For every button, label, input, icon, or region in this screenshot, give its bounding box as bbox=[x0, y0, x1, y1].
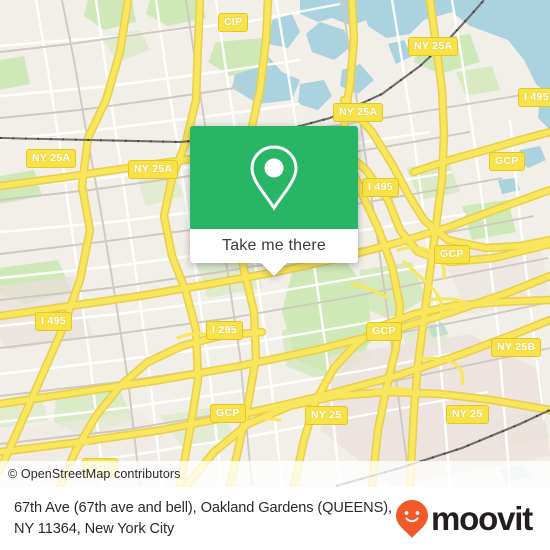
osm-attribution-text[interactable]: © OpenStreetMap contributors bbox=[0, 467, 181, 481]
location-callout[interactable]: Take me there bbox=[190, 126, 358, 276]
road-shield: I 295 bbox=[206, 321, 243, 340]
road-shield: NY 25 bbox=[446, 405, 489, 424]
road-shield: I 495 bbox=[35, 312, 72, 331]
road-shield: NY 25A bbox=[128, 160, 179, 179]
location-title: 67th Ave (67th ave and bell), Oakland Ga… bbox=[14, 499, 392, 537]
callout-image-panel bbox=[190, 126, 358, 229]
footer-bar: 67th Ave (67th ave and bell), Oakland Ga… bbox=[0, 487, 550, 550]
callout-tail bbox=[261, 263, 287, 276]
take-me-there-label: Take me there bbox=[222, 237, 326, 254]
road-shield: GCP bbox=[489, 152, 525, 171]
road-shield: GCP bbox=[366, 322, 402, 341]
map-pin-icon bbox=[250, 144, 298, 211]
road-shield: NY 25A bbox=[333, 103, 384, 122]
callout-action-bar[interactable]: Take me there bbox=[190, 229, 358, 263]
map-canvas[interactable]: CIP NY 25A NY 25A I 495 NY 25A NY 25A GCP I 495… bbox=[0, 0, 550, 487]
road-shield: NY 25B bbox=[491, 338, 542, 357]
road-shield: NY 25 bbox=[305, 406, 348, 425]
road-shield: GCP bbox=[210, 404, 246, 423]
moovit-logo[interactable]: moovit bbox=[395, 499, 538, 539]
road-shield: GCP bbox=[434, 245, 470, 264]
road-shield: I 495 bbox=[362, 178, 399, 197]
road-shield: I 495 bbox=[518, 88, 550, 107]
moovit-smiley-pin-icon bbox=[396, 499, 429, 538]
attribution-bar: © OpenStreetMap contributors bbox=[0, 461, 550, 487]
moovit-wordmark: moovit bbox=[431, 500, 533, 537]
road-shield: NY 25A bbox=[408, 37, 459, 56]
map-screenshot: CIP NY 25A NY 25A I 495 NY 25A NY 25A GCP I 495… bbox=[0, 0, 550, 550]
road-shield: CIP bbox=[218, 13, 249, 32]
road-shield: NY 25A bbox=[26, 149, 77, 168]
